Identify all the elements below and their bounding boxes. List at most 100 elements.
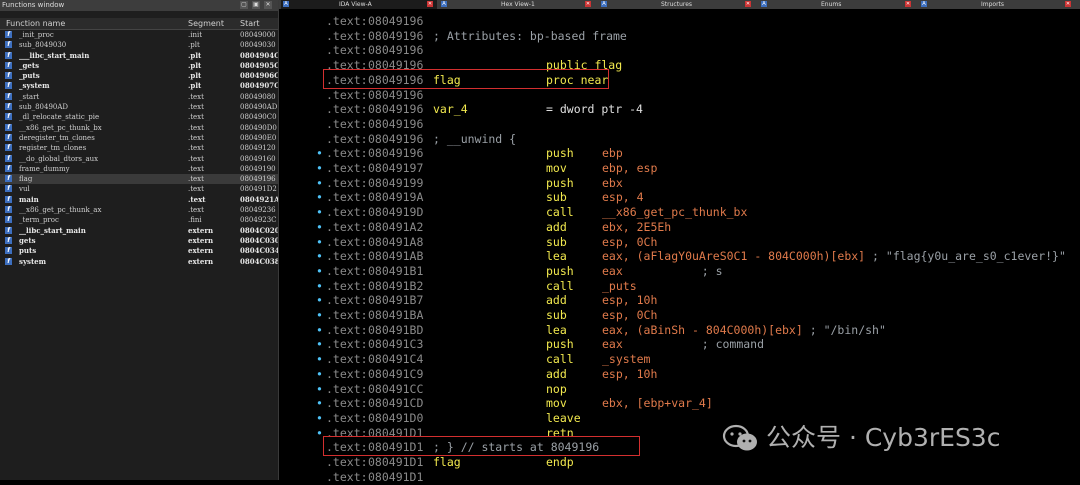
flow-dot-icon: • (316, 263, 323, 278)
function-row[interactable]: f __libc_start_main extern 0804C020 (0, 226, 278, 236)
function-icon: f (5, 31, 12, 38)
disasm-line[interactable]: • .text: 080491CC nop (279, 382, 1080, 397)
function-row[interactable]: f __x86_get_pc_thunk_bx .text 080490D0 (0, 123, 278, 133)
disasm-line[interactable]: • .text: 080491AB lea eax, (aFlagY0uAreS0C1 … (279, 249, 1080, 264)
operand[interactable]: esp, 10h (602, 367, 657, 381)
function-row[interactable]: f _gets .plt 0804905C (0, 61, 278, 71)
code-label[interactable]: var_4 (433, 102, 468, 117)
tab-enums[interactable]: A Enums ✕ (759, 0, 915, 9)
operand[interactable]: _puts (602, 279, 637, 293)
function-row[interactable]: f _dl_relocate_static_pie .text 080490C0 (0, 112, 278, 122)
operand[interactable]: eax, (aBinSh - 804C000h)[ebx] (602, 323, 803, 337)
tab-structures[interactable]: A Structures ✕ (599, 0, 755, 9)
operand-group: esp, 0Ch (602, 308, 657, 323)
tab-imports[interactable]: A Imports ✕ (919, 0, 1075, 9)
function-segment: .fini (188, 216, 202, 225)
disasm-line[interactable]: • .text: 08049199 push ebx (279, 176, 1080, 191)
disasm-line[interactable]: • .text: 0804919A sub esp, 4 (279, 190, 1080, 205)
tab-close-icon[interactable]: ✕ (427, 1, 433, 7)
function-row[interactable]: f flag .text 08049196 (0, 174, 278, 185)
function-row[interactable]: f ___libc_start_main .plt 0804904C (0, 51, 278, 61)
disasm-line[interactable]: • .text: 080491B2 call _puts (279, 279, 1080, 294)
address: 080491A8 (368, 234, 424, 249)
function-row[interactable]: f deregister_tm_clones .text 080490E0 (0, 133, 278, 143)
operand[interactable]: ebx (602, 176, 623, 190)
function-row[interactable]: f system extern 0804C038 (0, 257, 278, 267)
float-icon[interactable]: ▢ (240, 1, 248, 9)
column-segment[interactable]: Segment (188, 18, 224, 29)
operand[interactable]: eax (602, 264, 623, 278)
function-row[interactable]: f _system .plt 0804907C (0, 81, 278, 91)
disasm-line[interactable]: .text: 08049196 var_4 = dword ptr -4 (279, 102, 1080, 117)
disasm-line[interactable]: • .text: 08049196 push ebp (279, 146, 1080, 161)
disasm-line[interactable]: • .text: 08049197 mov ebp, esp (279, 161, 1080, 176)
column-start[interactable]: Start (240, 18, 260, 29)
disasm-line[interactable]: • .text: 080491A2 add ebx, 2E5Eh (279, 220, 1080, 235)
disasm-line[interactable]: .text: 08049196 (279, 117, 1080, 132)
flow-dot-icon: • (316, 322, 323, 337)
disasm-line[interactable]: • .text: 080491C3 push eax ; command (279, 337, 1080, 352)
function-row[interactable]: f __do_global_dtors_aux .text 08049160 (0, 154, 278, 164)
tab-close-icon[interactable]: ✕ (905, 1, 911, 7)
disasm-line[interactable]: .text: 08049196 (279, 43, 1080, 58)
operand[interactable]: ebx, [ebp+var_4] (602, 396, 713, 410)
function-icon: f (5, 144, 12, 152)
operand[interactable]: eax, (aFlagY0uAreS0C1 - 804C000h)[ebx] (602, 249, 865, 263)
function-row[interactable]: f main .text 0804921A (0, 195, 278, 205)
operand[interactable]: eax (602, 337, 623, 351)
function-name: ___libc_start_main (19, 50, 90, 60)
function-row[interactable]: f _init_proc .init 08049000 (0, 30, 278, 40)
disasm-line[interactable]: .text: 08049196 ; __unwind { (279, 132, 1080, 147)
function-row[interactable]: f sub_80490AD .text 080490AD (0, 102, 278, 112)
function-row[interactable]: f frame_dummy .text 08049190 (0, 164, 278, 174)
function-row[interactable]: f register_tm_clones .text 08049120 (0, 143, 278, 153)
operand[interactable]: esp, 0Ch (602, 235, 657, 249)
function-start: 08049160 (240, 154, 276, 163)
disasm-line[interactable]: • .text: 080491BA sub esp, 0Ch (279, 308, 1080, 323)
function-row[interactable]: f puts extern 0804C034 (0, 246, 278, 256)
tab-close-icon[interactable]: ✕ (585, 1, 591, 7)
address: 08049196 (368, 116, 424, 131)
disasm-line[interactable]: .text: 080491D1 (279, 470, 1080, 485)
operand[interactable]: esp, 10h (602, 293, 657, 307)
function-segment: .plt (188, 41, 200, 50)
function-start: 08049236 (240, 206, 276, 215)
disasm-line[interactable]: .text: 08049196 (279, 88, 1080, 103)
operand[interactable]: esp, 4 (602, 190, 644, 204)
column-function-name[interactable]: Function name (6, 18, 65, 29)
operand[interactable]: ebp, esp (602, 161, 657, 175)
function-row[interactable]: f sub_8049030 .plt 08049030 (0, 40, 278, 50)
operand[interactable]: ebp (602, 146, 623, 160)
operand[interactable]: __x86_get_pc_thunk_bx (602, 205, 747, 219)
tab-hex-view-1[interactable]: A Hex View-1 ✕ (439, 0, 595, 9)
function-row[interactable]: f gets extern 0804C030 (0, 236, 278, 246)
address: 08049196 (368, 28, 424, 43)
code-label[interactable]: flag (433, 455, 461, 470)
disasm-line[interactable]: • .text: 080491A8 sub esp, 0Ch (279, 235, 1080, 250)
disasm-line[interactable]: • .text: 080491BD lea eax, (aBinSh - 804C000… (279, 323, 1080, 338)
disasm-line[interactable]: • .text: 080491CD mov ebx, [ebp+var_4] (279, 396, 1080, 411)
operand[interactable]: _system (602, 352, 650, 366)
operand[interactable]: esp, 0Ch (602, 308, 657, 322)
disasm-line[interactable]: • .text: 080491B7 add esp, 10h (279, 293, 1080, 308)
function-icon: f (5, 257, 12, 265)
disasm-line[interactable]: .text: 08049196 (279, 14, 1080, 29)
function-row[interactable]: f _puts .plt 0804906C (0, 71, 278, 81)
disasm-line[interactable]: • .text: 0804919D call __x86_get_pc_thunk_bx (279, 205, 1080, 220)
function-row[interactable]: f _term_proc .fini 0804923C (0, 215, 278, 225)
restore-icon[interactable]: ▣ (252, 1, 260, 9)
segment-prefix: .text: (326, 293, 368, 308)
disasm-line[interactable]: • .text: 080491C9 add esp, 10h (279, 367, 1080, 382)
operand[interactable]: ebx, 2E5Eh (602, 220, 671, 234)
tab-close-icon[interactable]: ✕ (1065, 1, 1071, 7)
close-icon[interactable]: ✕ (264, 1, 272, 9)
disasm-line[interactable]: • .text: 080491B1 push eax ; s (279, 264, 1080, 279)
function-name: deregister_tm_clones (19, 133, 95, 142)
disasm-line[interactable]: .text: 08049196 ; Attributes: bp-based fra… (279, 29, 1080, 44)
function-row[interactable]: f _start .text 08049080 (0, 92, 278, 102)
disasm-line[interactable]: • .text: 080491C4 call _system (279, 352, 1080, 367)
function-start: 08049000 (240, 31, 276, 39)
function-row[interactable]: f vul .text 080491D2 (0, 184, 278, 194)
tab-close-icon[interactable]: ✕ (745, 1, 751, 7)
function-row[interactable]: f __x86_get_pc_thunk_ax .text 08049236 (0, 205, 278, 215)
